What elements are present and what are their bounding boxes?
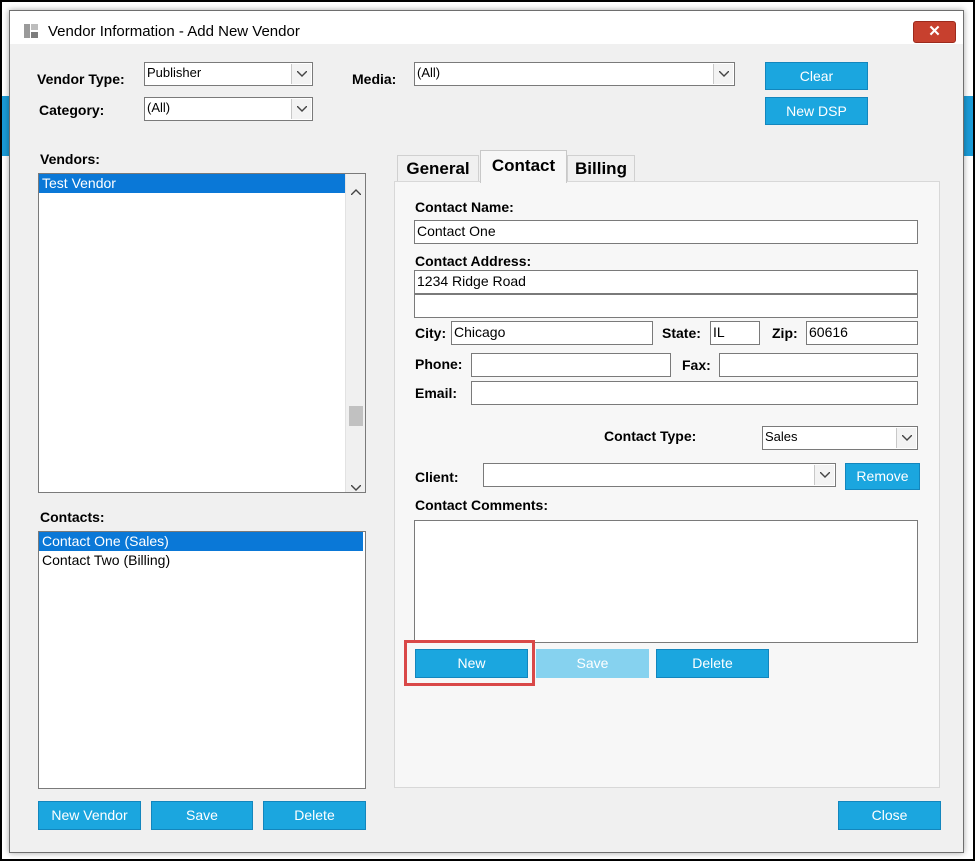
contact-name-label: Contact Name: (415, 199, 514, 215)
chevron-down-icon[interactable] (896, 428, 916, 448)
client-label: Client: (415, 469, 459, 485)
address-line2-input[interactable] (414, 294, 918, 318)
tab-contact[interactable]: Contact (480, 150, 567, 183)
email-label: Email: (415, 385, 458, 401)
contact-list-item[interactable]: Contact Two (Billing) (39, 551, 365, 570)
save-vendor-button[interactable]: Save (151, 801, 253, 830)
contacts-list[interactable]: Contact One (Sales) Contact Two (Billing… (38, 531, 366, 789)
vendors-scrollbar[interactable] (345, 174, 365, 492)
phone-label: Phone: (415, 356, 463, 372)
contact-name-input[interactable]: Contact One (414, 220, 918, 244)
contact-comments-textarea[interactable] (414, 520, 918, 643)
vendor-type-value: Publisher (147, 65, 202, 80)
contact-type-value: Sales (765, 429, 798, 444)
new-dsp-button[interactable]: New DSP (765, 97, 868, 125)
scroll-up-icon[interactable] (350, 182, 362, 198)
state-input[interactable]: IL (710, 321, 760, 345)
email-input[interactable] (471, 381, 918, 405)
zip-input[interactable]: 60616 (806, 321, 918, 345)
category-dropdown[interactable]: (All) (144, 97, 313, 121)
vendor-type-label: Vendor Type: (37, 71, 125, 87)
chevron-down-icon[interactable] (713, 64, 733, 84)
window-close-button[interactable]: ✕ (913, 21, 956, 43)
chevron-down-icon[interactable] (291, 64, 311, 84)
contact-address-label: Contact Address: (415, 253, 532, 269)
vendor-list-item[interactable]: Test Vendor (39, 174, 345, 193)
category-label: Category: (39, 102, 105, 118)
chevron-down-icon[interactable] (291, 99, 311, 119)
vendor-information-dialog: Vendor Information - Add New Vendor ✕ Ve… (9, 10, 964, 853)
fax-input[interactable] (719, 353, 918, 377)
vendors-list[interactable]: Test Vendor (38, 173, 366, 493)
background-app-strip-right (964, 96, 973, 156)
delete-contact-button[interactable]: Delete (656, 649, 769, 678)
close-icon: ✕ (928, 23, 941, 40)
media-value: (All) (417, 65, 441, 80)
address-line1-input[interactable]: 1234 Ridge Road (414, 270, 918, 294)
contact-type-label: Contact Type: (604, 428, 697, 444)
vendors-scroll-thumb[interactable] (349, 406, 363, 426)
city-label: City: (415, 325, 447, 341)
city-input[interactable]: Chicago (451, 321, 653, 345)
contact-list-item[interactable]: Contact One (Sales) (39, 532, 363, 551)
category-value: (All) (147, 100, 171, 115)
title-bar: Vendor Information - Add New Vendor ✕ (10, 11, 963, 44)
contact-type-dropdown[interactable]: Sales (762, 426, 918, 450)
new-button-highlight (404, 640, 535, 686)
zip-label: Zip: (772, 325, 798, 341)
remove-client-button[interactable]: Remove (845, 463, 920, 490)
vendors-label: Vendors: (40, 151, 100, 167)
state-label: State: (662, 325, 701, 341)
close-button[interactable]: Close (838, 801, 941, 830)
phone-input[interactable] (471, 353, 671, 377)
tab-billing[interactable]: Billing (567, 155, 635, 182)
clear-button[interactable]: Clear (765, 62, 868, 90)
media-dropdown[interactable]: (All) (414, 62, 735, 86)
fax-label: Fax: (682, 357, 711, 373)
tab-general[interactable]: General (397, 155, 479, 182)
window-title: Vendor Information - Add New Vendor (48, 23, 300, 40)
new-vendor-button[interactable]: New Vendor (38, 801, 141, 830)
vendor-type-dropdown[interactable]: Publisher (144, 62, 313, 86)
delete-vendor-button[interactable]: Delete (263, 801, 366, 830)
save-contact-button[interactable]: Save (536, 649, 649, 678)
contacts-label: Contacts: (40, 509, 105, 525)
scroll-down-icon[interactable] (350, 478, 362, 492)
chevron-down-icon[interactable] (814, 465, 834, 485)
contact-comments-label: Contact Comments: (415, 497, 549, 513)
client-dropdown[interactable] (483, 463, 836, 487)
media-label: Media: (352, 71, 397, 87)
app-logo-icon (24, 24, 38, 38)
